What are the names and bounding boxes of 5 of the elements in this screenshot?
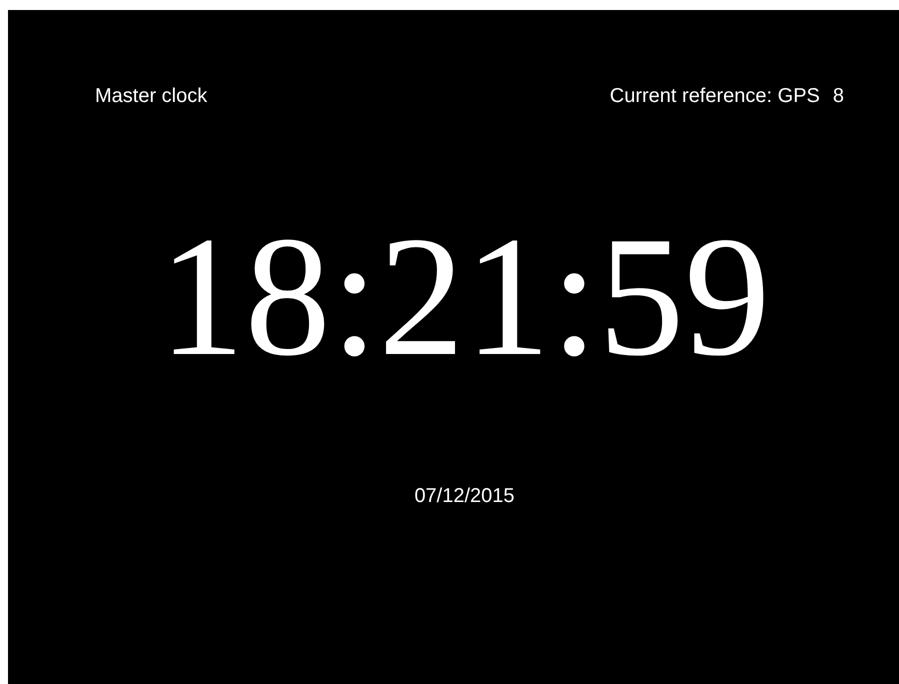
time-display: 18:21:59 — [158, 211, 772, 383]
clock-title: Master clock — [95, 84, 208, 109]
date-display: 07/12/2015 — [413, 484, 516, 509]
satellite-count: 8 — [832, 84, 844, 109]
reference-label: Current reference: GPS — [610, 84, 820, 109]
